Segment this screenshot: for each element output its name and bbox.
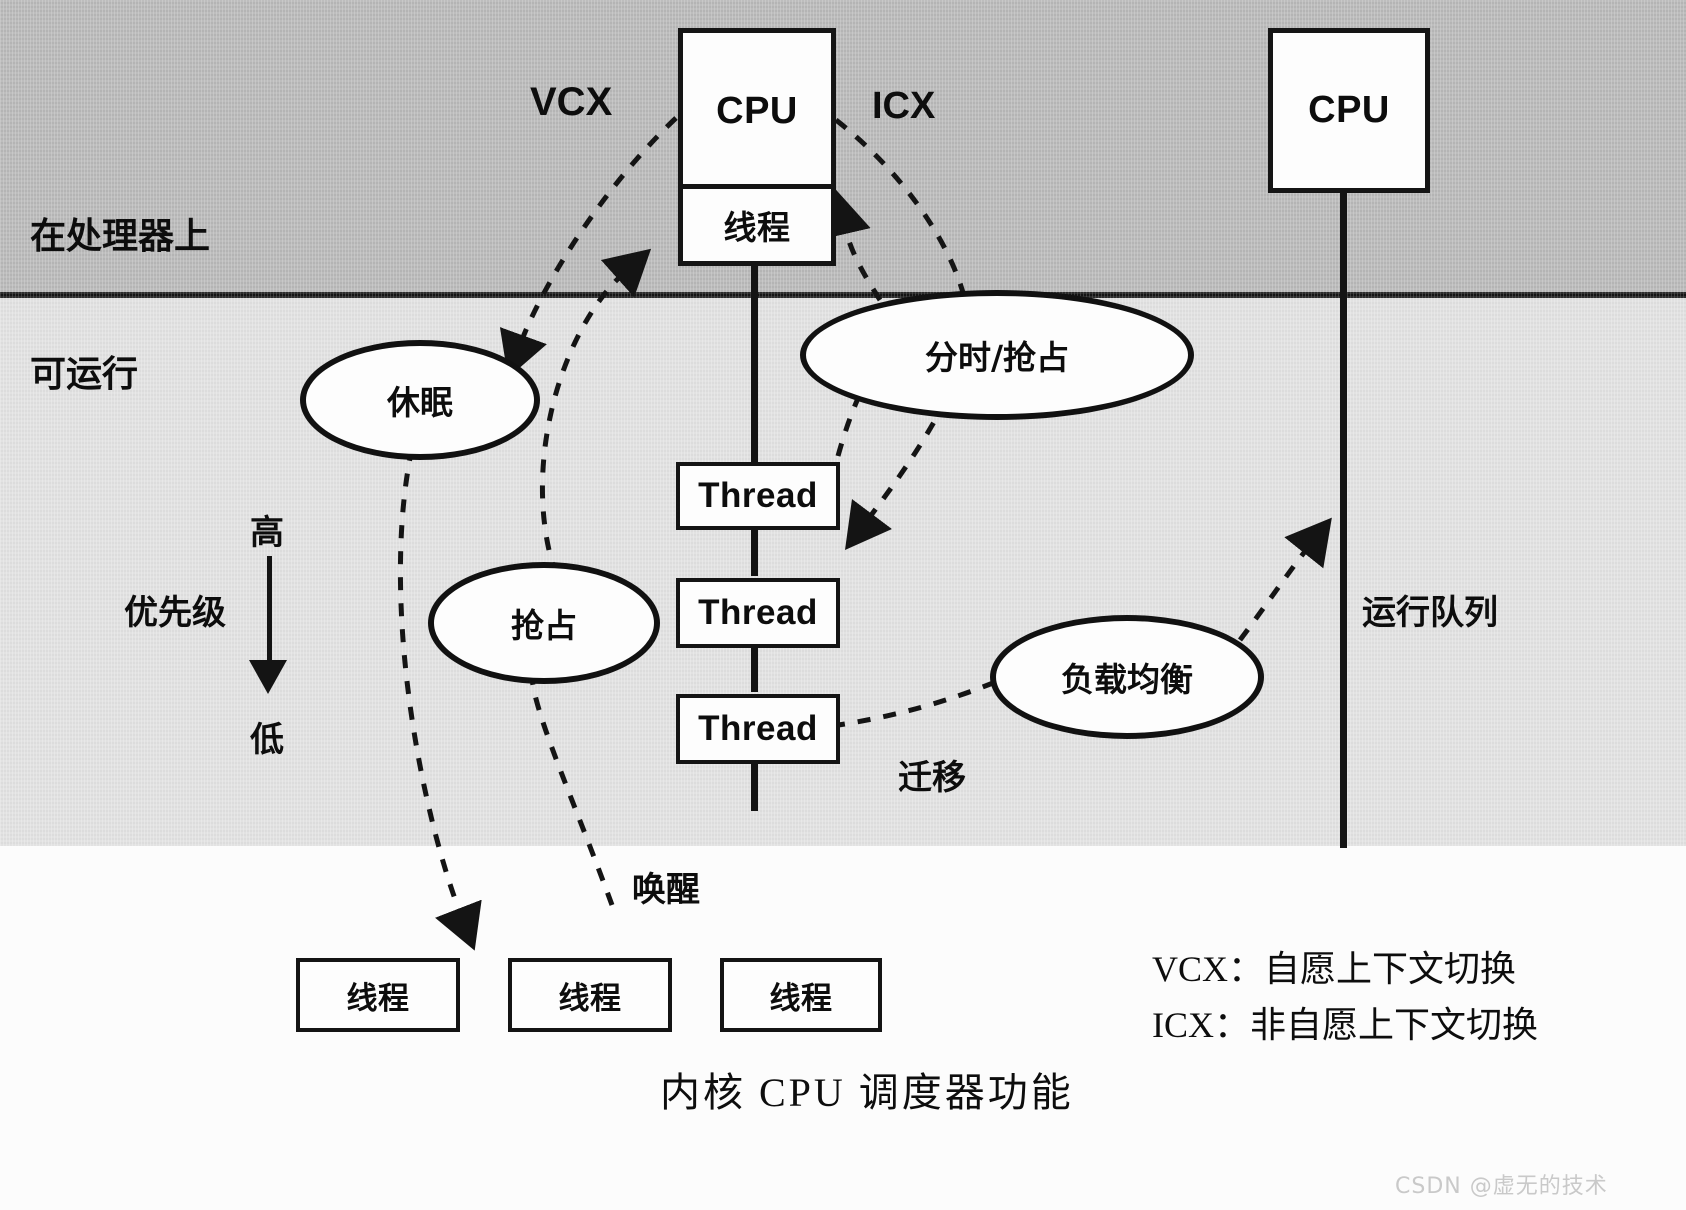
watermark: CSDN @虚无的技术 (1395, 1174, 1608, 1199)
cpu-right-box[interactable]: CPU (1268, 28, 1430, 193)
sleeping-thread-label-3: 线程 (769, 980, 833, 1017)
cpu-left-runqueue-stem (751, 254, 758, 464)
label-icx: ICX (872, 85, 936, 127)
cpu-left-running-thread-box[interactable]: 线程 (678, 184, 836, 266)
runqueue-thread-box-1[interactable]: Thread (676, 462, 840, 530)
cpu-left-running-thread-label: 线程 (723, 208, 791, 247)
runqueue-thread-label-2: Thread (698, 593, 818, 632)
cpu-left-box[interactable]: CPU (678, 28, 836, 194)
diagram-canvas: 在处理器上 可运行 高 优先级 低 CPU 线程 VCX ICX CPU 运行队… (0, 0, 1686, 1210)
wakeup-label: 唤醒 (632, 870, 700, 910)
state-timeshare-preempt-ellipse[interactable]: 分时/抢占 (800, 290, 1194, 420)
runqueue-label: 运行队列 (1362, 593, 1498, 633)
legend-item-vcx: VCX：自愿上下文切换 (1152, 949, 1517, 989)
figure-caption: 内核 CPU 调度器功能 (660, 1070, 1074, 1115)
cpu-left-label: CPU (716, 89, 798, 132)
runqueue-thread-box-3[interactable]: Thread (676, 694, 840, 764)
band-on-processor (0, 0, 1686, 298)
priority-low-label: 低 (250, 720, 284, 760)
priority-arrow-head-icon (249, 660, 287, 694)
legend-item-icx: ICX：非自愿上下文切换 (1152, 1005, 1538, 1045)
cpu-right-label: CPU (1308, 89, 1390, 131)
state-load-balance-ellipse[interactable]: 负载均衡 (990, 615, 1264, 739)
runqueue-thread-box-2[interactable]: Thread (676, 578, 840, 648)
band-label-on-processor: 在处理器上 (30, 216, 211, 257)
sleeping-thread-label-1: 线程 (346, 980, 410, 1017)
sleeping-thread-label-2: 线程 (558, 980, 622, 1017)
sleeping-thread-box-1[interactable]: 线程 (296, 958, 460, 1032)
state-sleep-ellipse[interactable]: 休眠 (300, 340, 540, 460)
state-timeshare-preempt-label: 分时/抢占 (924, 338, 1070, 377)
runqueue-thread-label-1: Thread (698, 476, 818, 515)
sleeping-thread-box-2[interactable]: 线程 (508, 958, 672, 1032)
priority-axis-label: 优先级 (124, 593, 226, 633)
migration-label: 迁移 (898, 758, 966, 798)
state-preempt-ellipse[interactable]: 抢占 (428, 562, 660, 684)
runqueue-thread-label-3: Thread (698, 709, 818, 748)
priority-high-label: 高 (250, 513, 284, 553)
state-sleep-label: 休眠 (387, 383, 453, 422)
state-load-balance-label: 负载均衡 (1061, 660, 1193, 699)
band-label-runnable: 可运行 (30, 354, 139, 395)
sleeping-thread-box-3[interactable]: 线程 (720, 958, 882, 1032)
cpu-right-runqueue-line (1340, 183, 1347, 848)
priority-arrow-shaft (267, 556, 272, 666)
state-preempt-label: 抢占 (511, 606, 577, 645)
label-vcx: VCX (530, 80, 613, 124)
